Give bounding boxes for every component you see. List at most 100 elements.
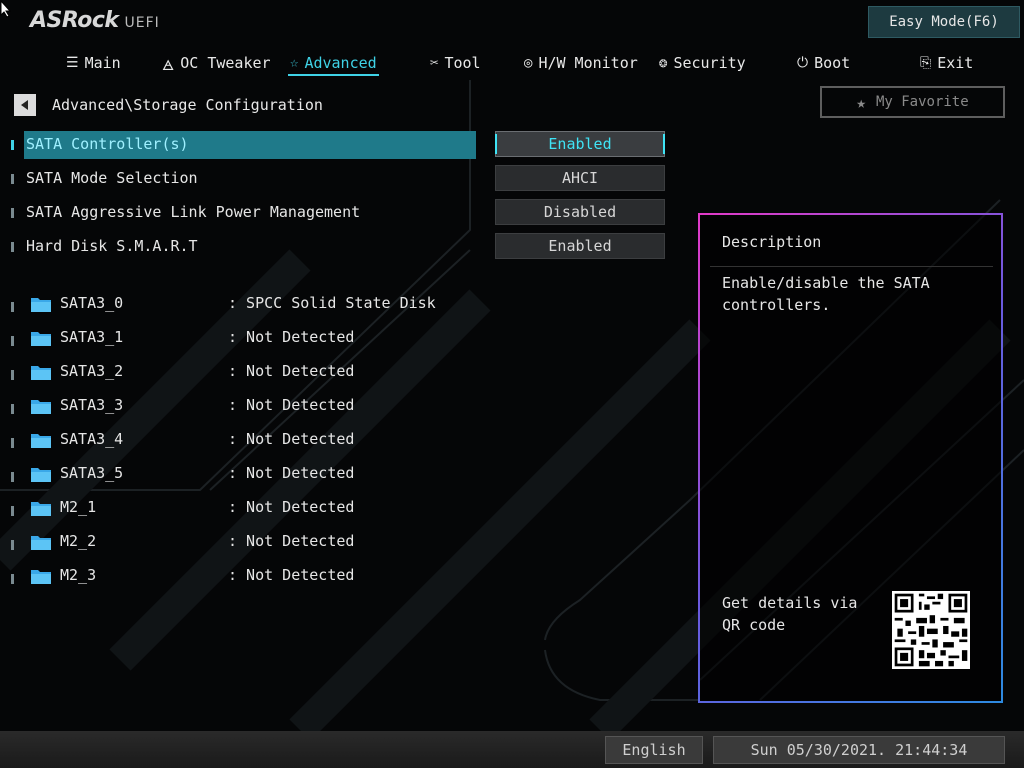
tab-oc-tweaker[interactable]: 🜁 OC Tweaker [162, 48, 271, 78]
device-name: SATA3_3 [60, 396, 124, 414]
star-icon: ★ [856, 92, 866, 112]
tab-main[interactable]: ☰ Main [66, 48, 121, 78]
mouse-cursor-icon [0, 0, 12, 18]
row-marker [11, 370, 14, 380]
shield-icon: ❂ [659, 55, 668, 71]
row-marker [11, 302, 14, 312]
easy-mode-button[interactable]: Easy Mode(F6) [868, 6, 1020, 38]
device-row: SATA3_3 : Not Detected [0, 392, 480, 420]
qr-caption: Get details via QR code [722, 594, 858, 634]
asrock-logo: ASRock UEFI [30, 8, 160, 33]
row-marker [11, 540, 14, 550]
aggressive-link-pm-value[interactable]: Disabled [495, 199, 665, 225]
system-datetime: Sun 05/30/2021. 21:44:34 [713, 736, 1005, 764]
row-marker [11, 242, 14, 252]
setting-label: SATA Aggressive Link Power Management [26, 203, 361, 221]
tab-hw-monitor[interactable]: ◎ H/W Monitor [524, 48, 638, 78]
row-marker [11, 438, 14, 448]
folder-icon [31, 570, 51, 584]
folder-icon [31, 366, 51, 380]
tab-label: Tool [444, 54, 481, 72]
exit-icon: ⎘ [920, 55, 932, 71]
qr-code-icon [892, 591, 970, 669]
logo-sub-text: UEFI [124, 15, 160, 31]
device-name: SATA3_0 [60, 294, 124, 312]
divider [710, 266, 993, 267]
device-row: SATA3_0 : SPCC Solid State Disk [0, 290, 480, 318]
folder-icon [31, 298, 51, 312]
device-status: : Not Detected [228, 566, 355, 584]
device-name: SATA3_1 [60, 328, 124, 346]
tab-label: Boot [814, 54, 851, 72]
tab-label: Advanced [304, 54, 377, 72]
device-name: M2_2 [60, 532, 97, 550]
device-row: M2_1 : Not Detected [0, 494, 480, 522]
row-marker [11, 140, 14, 150]
description-title: Description [722, 233, 822, 251]
setting-sata-mode[interactable]: SATA Mode Selection [0, 165, 480, 193]
sata-mode-value[interactable]: AHCI [495, 165, 665, 191]
main-tab-bar: ☰ Main 🜁 OC Tweaker ☆ Advanced ✂ Tool ◎ … [0, 48, 1024, 78]
device-status: : Not Detected [228, 362, 355, 380]
row-marker [11, 404, 14, 414]
my-favorite-button[interactable]: ★ My Favorite [820, 86, 1005, 118]
device-name: SATA3_5 [60, 464, 124, 482]
device-row: M2_3 : Not Detected [0, 562, 480, 590]
favorite-label: My Favorite [875, 94, 969, 110]
tab-advanced[interactable]: ☆ Advanced [288, 48, 379, 78]
tab-label: Exit [937, 54, 974, 72]
tab-security[interactable]: ❂ Security [659, 48, 746, 78]
device-name: SATA3_2 [60, 362, 124, 380]
tab-label: Main [84, 54, 121, 72]
rocket-icon: 🜁 [162, 57, 175, 74]
tab-boot[interactable]: ⏻ Boot [797, 48, 850, 78]
device-status: : Not Detected [228, 498, 355, 516]
setting-aggressive-link-pm[interactable]: SATA Aggressive Link Power Management [0, 199, 480, 227]
row-marker [11, 574, 14, 584]
power-icon: ⏻ [797, 55, 809, 71]
device-status: : Not Detected [228, 396, 355, 414]
setting-label: Hard Disk S.M.A.R.T [26, 237, 198, 255]
row-marker [11, 472, 14, 482]
device-row: SATA3_2 : Not Detected [0, 358, 480, 386]
device-status: : Not Detected [228, 430, 355, 448]
folder-icon [31, 434, 51, 448]
device-name: SATA3_4 [60, 430, 124, 448]
back-button[interactable] [14, 94, 36, 116]
logo-text: ASRock [30, 8, 119, 33]
tools-icon: ✂ [430, 55, 439, 71]
star-icon: ☆ [290, 55, 299, 71]
hdd-smart-value[interactable]: Enabled [495, 233, 665, 259]
setting-label: SATA Controller(s) [26, 135, 189, 153]
tab-tool[interactable]: ✂ Tool [430, 48, 481, 78]
folder-icon [31, 502, 51, 516]
monitor-icon: ◎ [524, 55, 533, 71]
device-name: M2_3 [60, 566, 97, 584]
setting-sata-controllers[interactable]: SATA Controller(s) [0, 131, 480, 159]
folder-icon [31, 536, 51, 550]
settings-list [0, 0, 1, 1]
device-row: SATA3_5 : Not Detected [0, 460, 480, 488]
setting-label: SATA Mode Selection [26, 169, 198, 187]
folder-icon [31, 468, 51, 482]
sata-controllers-value[interactable]: Enabled [495, 131, 665, 157]
device-status: : Not Detected [228, 464, 355, 482]
row-marker [11, 208, 14, 218]
tab-label: Security [673, 54, 746, 72]
description-panel: Description Enable/disable the SATA cont… [698, 213, 1003, 703]
tab-label: H/W Monitor [538, 54, 638, 72]
row-marker [11, 506, 14, 516]
device-name: M2_1 [60, 498, 97, 516]
device-row: SATA3_1 : Not Detected [0, 324, 480, 352]
device-row: M2_2 : Not Detected [0, 528, 480, 556]
folder-icon [31, 332, 51, 346]
folder-icon [31, 400, 51, 414]
tab-exit[interactable]: ⎘ Exit [920, 48, 973, 78]
row-marker [11, 336, 14, 346]
tab-label: OC Tweaker [180, 54, 271, 72]
language-selector[interactable]: English [605, 736, 703, 764]
description-text: Enable/disable the SATA controllers. [722, 274, 930, 314]
device-row: SATA3_4 : Not Detected [0, 426, 480, 454]
row-marker [11, 174, 14, 184]
setting-hdd-smart[interactable]: Hard Disk S.M.A.R.T [0, 233, 480, 261]
